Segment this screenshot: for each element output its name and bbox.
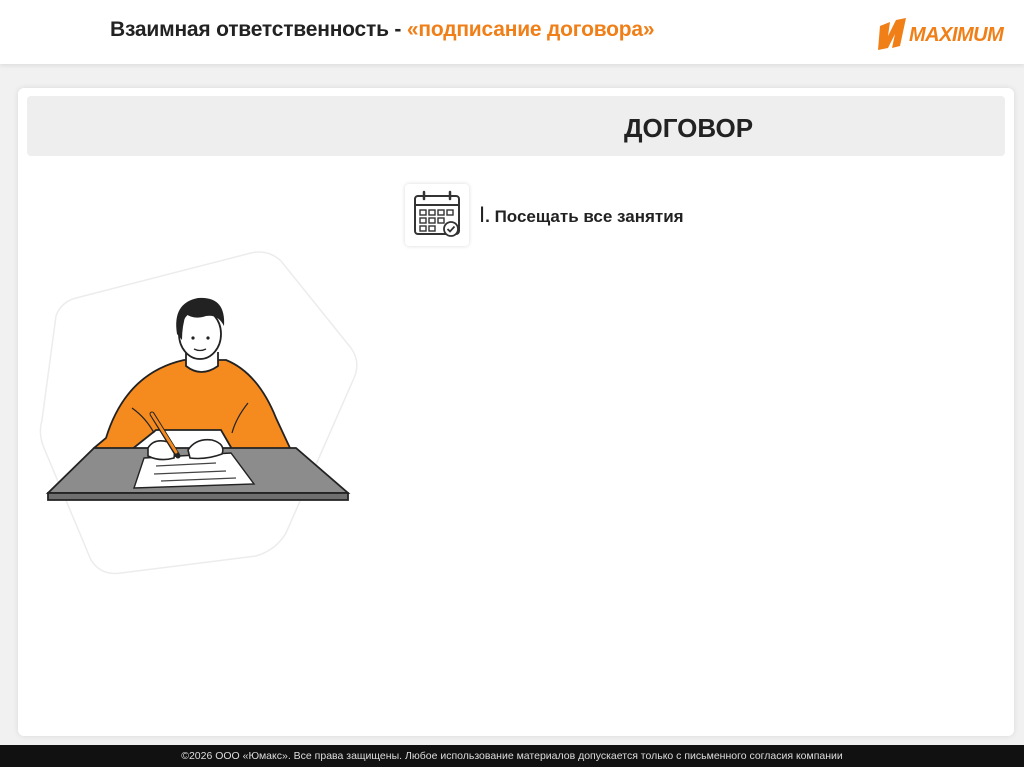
- logo-mark-icon: [878, 18, 906, 50]
- list-item: I. Посещать все занятия: [479, 202, 684, 228]
- section-title: ДОГОВОР: [624, 113, 754, 143]
- item-icon-box: [405, 184, 469, 246]
- item-text: . Посещать все занятия: [485, 207, 684, 226]
- maximum-logo: MAXIMUM: [876, 14, 1016, 52]
- section-banner: [27, 96, 1005, 156]
- logo-text: MAXIMUM: [909, 24, 1004, 46]
- calendar-check-icon: [414, 190, 460, 237]
- person-signing-illustration: [39, 251, 358, 575]
- header-bar: Взаимная ответственность - «подписание д…: [0, 0, 1024, 64]
- title-main: Взаимная ответственность -: [110, 18, 407, 41]
- title-accent: «подписание договора»: [406, 18, 655, 41]
- page-title: Взаимная ответственность - «подписание д…: [110, 18, 655, 42]
- footer-copyright: ©2026 ООО «Юмакс». Все права защищены. Л…: [0, 745, 1024, 767]
